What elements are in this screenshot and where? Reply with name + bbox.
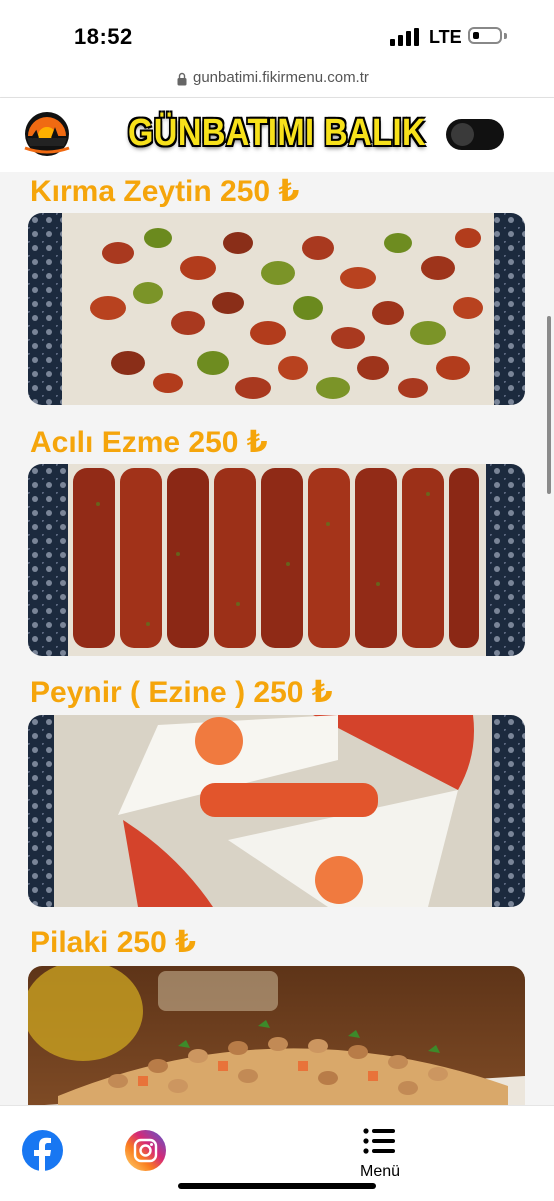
menu-item-title: Pilaki 250 ₺ xyxy=(30,926,196,959)
brand-title: GÜNBATIMI BALIK xyxy=(127,112,427,154)
dark-mode-toggle[interactable] xyxy=(446,119,504,150)
menu-list-icon[interactable] xyxy=(363,1128,395,1154)
network-label: LTE xyxy=(429,27,462,47)
instagram-icon[interactable] xyxy=(125,1130,166,1171)
menu-list[interactable]: Kırma Zeytin 250 ₺ Acılı Ezme 250 ₺ Peyn… xyxy=(0,172,554,1105)
menu-item-title: Acılı Ezme 250 ₺ xyxy=(30,426,268,459)
menu-item-title: Kırma Zeytin 250 ₺ xyxy=(30,175,300,208)
browser-url-bar[interactable]: gunbatimi.fikirmenu.com.tr xyxy=(0,60,554,98)
menu-item-image[interactable] xyxy=(28,715,525,907)
menu-label[interactable]: Menü xyxy=(352,1163,408,1181)
home-indicator[interactable] xyxy=(178,1183,376,1189)
menu-item-image[interactable] xyxy=(28,966,525,1105)
menu-item-title: Peynir ( Ezine ) 250 ₺ xyxy=(30,676,333,709)
signal-icon xyxy=(390,28,419,46)
status-time: 18:52 xyxy=(74,24,133,49)
toggle-knob xyxy=(451,123,474,146)
menu-item-image[interactable] xyxy=(28,464,525,656)
battery-icon xyxy=(468,27,502,44)
lock-icon xyxy=(177,72,187,86)
site-header: GÜNBATIMI BALIK xyxy=(0,98,554,172)
facebook-icon[interactable] xyxy=(22,1130,63,1171)
url-text[interactable]: gunbatimi.fikirmenu.com.tr xyxy=(193,69,369,86)
status-bar: 18:52 LTE xyxy=(0,0,554,60)
scrollbar-thumb[interactable] xyxy=(547,316,551,494)
menu-item-image[interactable] xyxy=(28,213,525,405)
battery-tip xyxy=(504,33,507,39)
